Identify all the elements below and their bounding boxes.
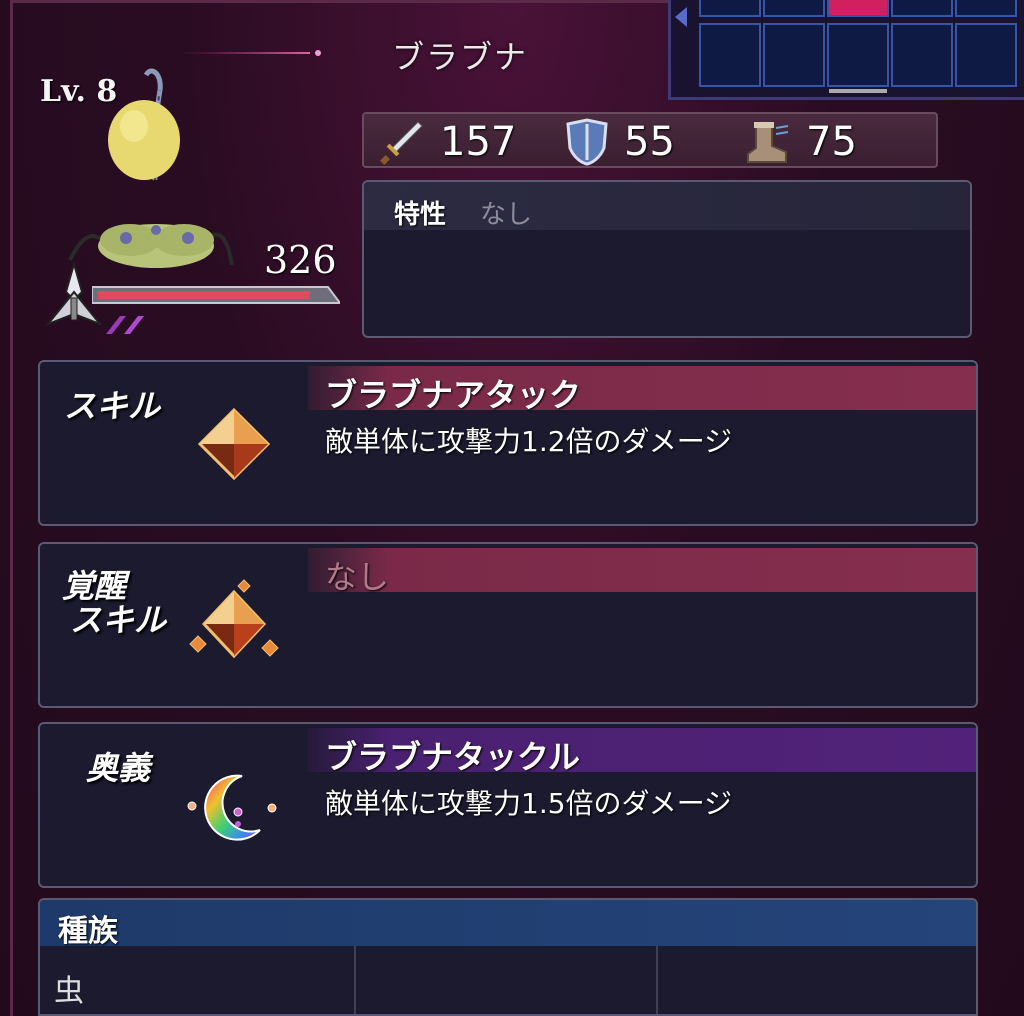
grid-cell[interactable] (763, 0, 825, 17)
awaken-label-line2: スキル (70, 601, 167, 639)
awaken-name: なし (325, 558, 390, 596)
party-grid[interactable] (668, 0, 1024, 100)
skill-panel[interactable]: スキル ブラブナアタック 敵単体に攻撃力1.2倍のダメージ (38, 360, 978, 526)
grid-cell[interactable] (891, 23, 953, 87)
unit-name: ブラブナ (392, 38, 529, 76)
speed-value: 75 (806, 119, 857, 165)
race-panel: 種族 虫 (38, 898, 978, 1016)
race-cell: 虫 (40, 946, 356, 1014)
hp-bar (92, 286, 340, 304)
sword-icon (380, 121, 423, 165)
skill-gem-icon (197, 407, 271, 481)
defense-stat: 55 (564, 118, 675, 166)
hp-bar-fill (98, 291, 310, 299)
title-ornament (180, 50, 321, 56)
boot-icon (747, 122, 789, 163)
shield-icon (566, 118, 608, 166)
skill-name: ブラブナアタック (325, 376, 582, 414)
grid-cell[interactable] (827, 23, 889, 87)
race-cell (356, 946, 658, 1014)
grid-cell[interactable] (955, 0, 1017, 17)
monster-sprite (68, 68, 234, 268)
awaken-header (308, 548, 976, 592)
awaken-gem-icon (189, 579, 279, 659)
speed-stat: 75 (742, 118, 857, 166)
scroll-indicator (829, 89, 887, 93)
ougi-panel[interactable]: 奥義 ブラブナタックル 敵単体に攻撃力1.5倍のダメージ (38, 722, 978, 888)
hp-value: 326 (264, 238, 337, 282)
awaken-skill-panel[interactable]: 覚醒 スキル なし (38, 542, 978, 708)
chevron-left-icon[interactable] (675, 7, 687, 27)
awaken-label-line1: 覚醒 (62, 567, 127, 605)
grid-cell[interactable] (955, 23, 1017, 87)
trait-label: 特性 (394, 200, 447, 230)
race-label: 種族 (58, 914, 118, 949)
ougi-label: 奥義 (86, 749, 151, 787)
race-value: 虫 (54, 974, 84, 1009)
ougi-name: ブラブナタックル (325, 738, 581, 776)
grid-cell[interactable] (891, 0, 953, 17)
race-cell (658, 946, 976, 1014)
ougi-moon-icon (187, 774, 277, 841)
defense-value: 55 (624, 119, 675, 165)
grid-cell[interactable] (763, 23, 825, 87)
attack-stat: 157 (378, 118, 516, 166)
race-header (40, 900, 976, 946)
skill-label: スキル (64, 387, 161, 425)
attack-value: 157 (440, 119, 517, 165)
grid-cell[interactable] (699, 23, 761, 87)
grid-cell-selected[interactable] (827, 0, 889, 17)
trait-value: なし (480, 200, 533, 230)
trait-panel: 特性 なし (362, 180, 972, 338)
stat-bar: 157 55 75 (362, 112, 938, 168)
skill-desc: 敵単体に攻撃力1.2倍のダメージ (325, 425, 733, 458)
ougi-desc: 敵単体に攻撃力1.5倍のダメージ (325, 787, 733, 820)
grid-cell[interactable] (699, 0, 761, 17)
gauge-marks (106, 316, 144, 334)
trait-header (364, 182, 970, 230)
